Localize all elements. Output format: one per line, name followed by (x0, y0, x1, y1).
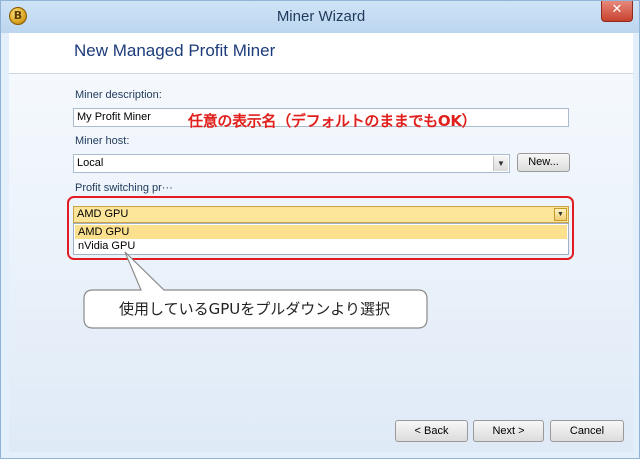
callout-bubble (83, 251, 428, 329)
cancel-button[interactable]: Cancel (550, 420, 624, 442)
miner-wizard-window: B Miner Wizard ✕ New Managed Profit Mine… (0, 0, 640, 459)
next-button[interactable]: Next > (473, 420, 544, 442)
callout-text: 使用しているGPUをプルダウンより選択 (119, 300, 390, 318)
back-button[interactable]: < Back (395, 420, 468, 442)
